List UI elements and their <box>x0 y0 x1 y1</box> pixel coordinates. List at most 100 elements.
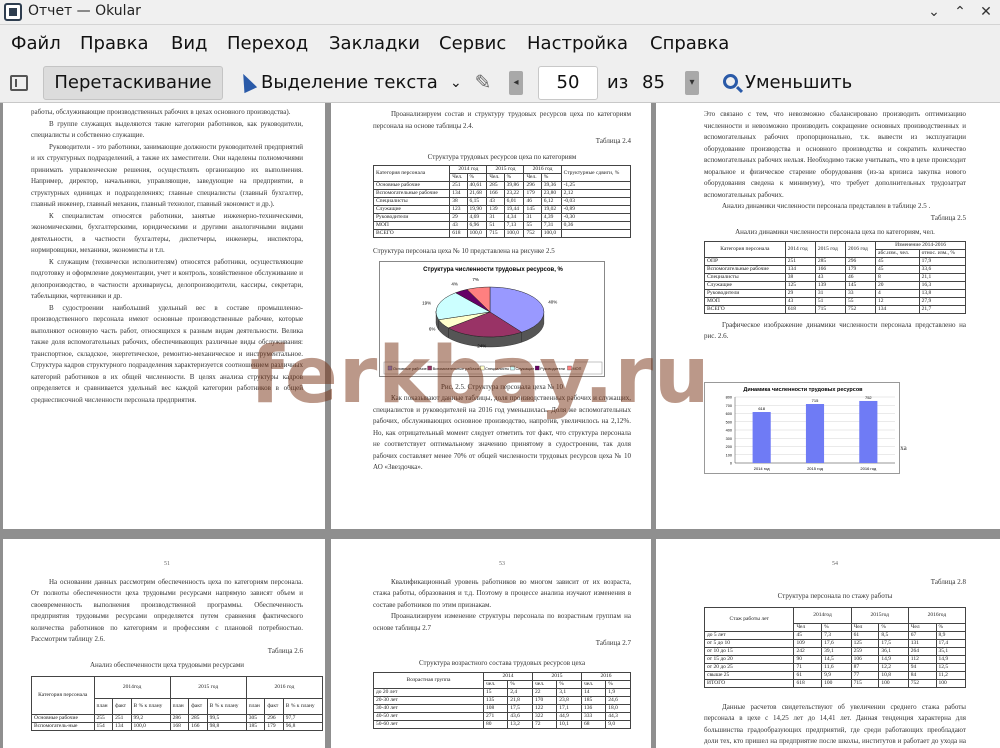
table-cell: 46 <box>523 197 542 206</box>
pie-slice-label: 4% <box>451 281 458 286</box>
table-body: до 5 лет 45 7,3 61 8,5 67 8,9 от 5 до 10 109 17,6… <box>703 630 967 688</box>
table-header-cell: 2016 год <box>523 165 562 174</box>
page-number-input[interactable]: 50 <box>538 66 598 100</box>
zoom-out-button[interactable]: Уменьшить <box>720 66 870 100</box>
table-cell: от 15 до 20 <box>703 654 795 664</box>
table-cell: 44,3 <box>605 712 631 721</box>
table-cell: 13,2 <box>507 720 533 729</box>
table-header-cell: 2016 год <box>844 240 877 258</box>
table-cell: 51 <box>486 221 505 230</box>
table-cell: 31 <box>523 213 542 222</box>
table-header-cell: абс.изм., чел. <box>875 248 920 258</box>
table-cell: 20-30 лет <box>373 696 484 705</box>
table-header-cell: чел. <box>580 680 607 689</box>
table-header-cell: % <box>466 173 488 182</box>
table-cell: 23,22 <box>503 189 525 198</box>
table-cell: 35,1 <box>935 646 967 656</box>
table-cell: 45 <box>875 256 920 266</box>
menu-view[interactable]: Вид <box>171 33 208 54</box>
minimize-button[interactable]: ⌄ <box>924 2 944 22</box>
table-cell: 29 <box>784 288 816 298</box>
table-row: до 20 лет 15 2,4 22 3,1 14 1,9 <box>373 688 631 697</box>
table-cell: -0,30 <box>560 213 632 222</box>
table-cell: 36,1 <box>878 646 909 656</box>
okular-app-icon[interactable] <box>4 3 22 21</box>
show-sidebar-button[interactable] <box>6 70 32 96</box>
table-header-cell: 2014 год <box>449 165 488 174</box>
pie-slice-label: 6% <box>429 326 436 331</box>
table-cell: 55 <box>844 296 877 306</box>
table-cell <box>560 229 632 238</box>
table-header-cell: % <box>821 622 852 632</box>
table-header-cell: Чел. <box>523 173 542 182</box>
table-cell: 296 <box>523 181 542 190</box>
table-header-cell: % <box>878 622 909 632</box>
document-view[interactable]: работы, обслуживающие производственных р… <box>0 103 1000 748</box>
bar <box>752 412 771 463</box>
menu-bookmarks[interactable]: Закладки <box>329 33 420 54</box>
table-number: Таблица 2.7 <box>595 639 631 647</box>
table-header-cell: Категория персонала <box>372 165 451 182</box>
table-cell: 90 <box>793 654 823 664</box>
table-cell: 43,6 <box>507 712 533 721</box>
table-cell: 100 <box>878 678 909 688</box>
table-cell: 9,9 <box>821 670 852 680</box>
paragraph: Проанализируем состав и структуру трудов… <box>373 110 631 130</box>
menu-tools[interactable]: Сервис <box>439 33 506 54</box>
close-button[interactable]: ✕ <box>976 2 996 22</box>
table-cell: 99,5 <box>206 713 247 723</box>
table-cell: 21,8 <box>507 696 533 705</box>
table-cell: 20 <box>875 280 920 290</box>
table-cell: от 5 до 10 <box>703 638 795 648</box>
table-body: до 20 лет 15 2,4 22 3,1 14 1,9 20-30 лет 135 21,8… <box>373 688 631 729</box>
paragraph: Графическое изображение динамики численн… <box>704 320 966 341</box>
paragraph: Анализ динамики численности персонала пр… <box>722 202 931 210</box>
browse-tool-button[interactable]: Перетаскивание <box>43 66 223 100</box>
paragraph: работы, обслуживающие производственных р… <box>31 108 291 116</box>
table-cell: 71 <box>793 662 823 672</box>
table-cell: 125 <box>784 280 816 290</box>
menu-help[interactable]: Справка <box>650 33 729 54</box>
text-selection-tool-button[interactable]: Выделение текста ⌄ <box>236 66 468 100</box>
page-of-label: из <box>607 72 629 93</box>
table-cell: 50-60 лет <box>373 720 484 729</box>
paragraph: В судостроении наибольший удельный вес в… <box>31 303 303 404</box>
table-cell: 185 <box>580 696 607 705</box>
table-cell: ОПР <box>704 256 786 266</box>
table-cell: свыше 25 <box>703 670 795 680</box>
table-cell: Руководители <box>372 213 451 222</box>
age-table: Возрастная группа 2014 2015 2016 чел. % … <box>373 672 632 729</box>
next-page-button[interactable]: ▾ <box>685 71 699 95</box>
annotation-brush-icon[interactable]: ✎ <box>470 69 496 95</box>
table-row: ИТОГО 618 100 715 100 752 100 <box>703 678 967 688</box>
table-cell: 14,9 <box>935 654 967 664</box>
menu-settings[interactable]: Настройка <box>527 33 628 54</box>
chevron-down-icon[interactable]: ⌄ <box>450 66 462 100</box>
table-header-row: Категория персонала 2014 год 2015 год 20… <box>704 240 966 258</box>
table-cell: 6,96 <box>466 221 488 230</box>
table-cell: 752 <box>907 678 937 688</box>
table-cell: 61 <box>793 670 823 680</box>
previous-page-button[interactable]: ◂ <box>509 71 523 95</box>
table-cell: 145 <box>523 205 542 214</box>
menu-file[interactable]: Файл <box>11 33 61 54</box>
table-cell: 296 <box>844 256 877 266</box>
menu-go[interactable]: Переход <box>227 33 308 54</box>
table-cell: 112 <box>907 654 937 664</box>
legend-swatch <box>387 365 393 371</box>
table-cell: 7,3 <box>821 630 852 640</box>
menu-edit[interactable]: Правка <box>80 33 149 54</box>
text-selection-label: Выделение текста <box>261 72 438 93</box>
y-tick-label: 400 <box>726 429 732 433</box>
table-cell: 0,36 <box>560 221 632 230</box>
table-cell: 296 <box>264 713 284 723</box>
paragraph: Квалификационный уровень работников во м… <box>373 577 631 609</box>
table-cell: 286 <box>169 713 190 723</box>
table-body: Основные рабочие 251 40,61 285 39,86 296 39,36… <box>372 181 632 238</box>
maximize-button[interactable]: ⌃ <box>950 2 970 22</box>
table-cell: 12,2 <box>878 662 909 672</box>
paragraph: Данные расчетов свидетельствуют об увели… <box>704 702 966 746</box>
table-cell: 322 <box>531 712 558 721</box>
table-header-cell: В % к плану <box>282 697 324 715</box>
page-number: 54 <box>832 561 838 567</box>
